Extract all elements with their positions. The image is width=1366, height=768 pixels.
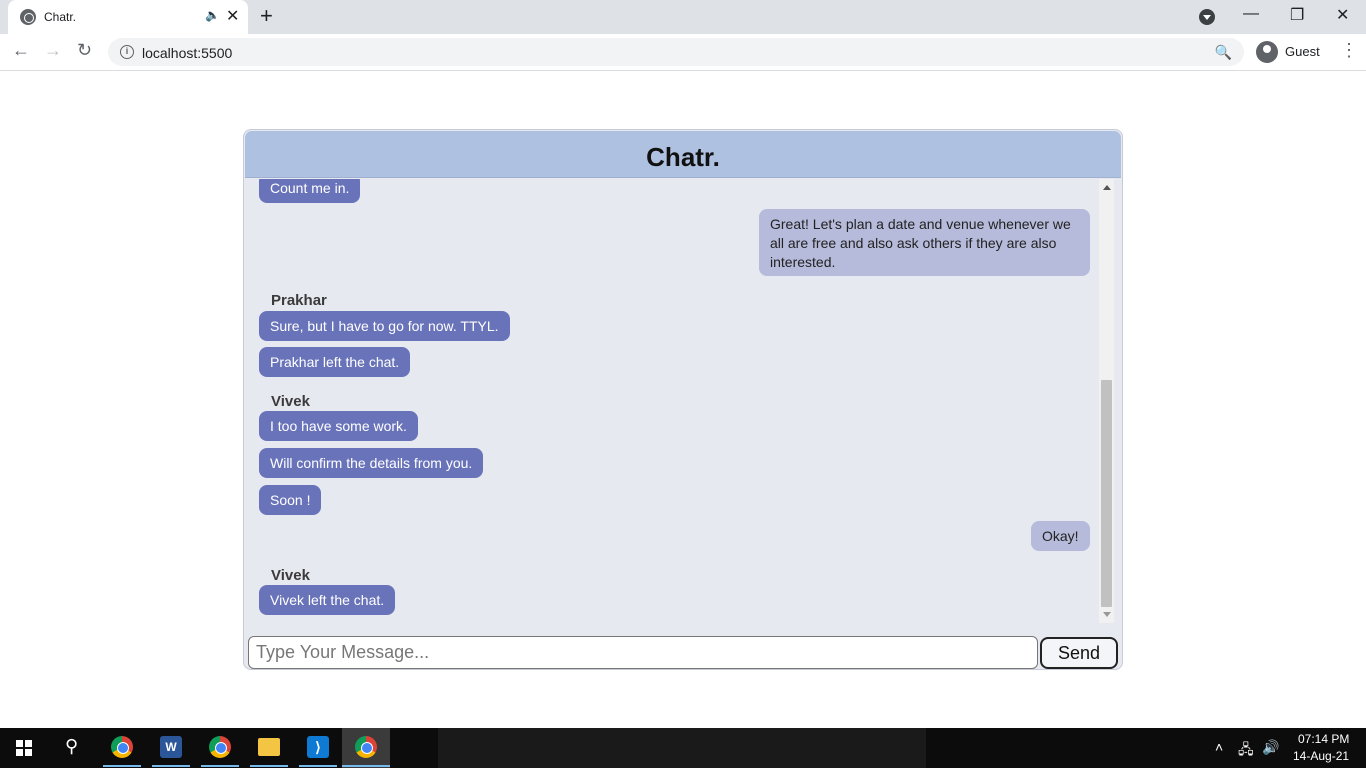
message-bubble-incoming: Vivek left the chat. [259,585,396,615]
running-indicator [299,765,337,767]
browser-toolbar: ← → ↻ i localhost:5500 🔍 Guest ⋮ [0,34,1366,71]
file-explorer-icon[interactable] [258,738,280,756]
message-list[interactable]: Count me in. Great! Let's plan a date an… [244,179,1099,623]
chrome-icon[interactable] [111,736,133,758]
running-indicator [103,765,141,767]
vscode-icon[interactable]: ⟩ [307,736,329,758]
volume-icon[interactable]: 🔊 [1262,739,1279,756]
message-scrollbar[interactable] [1099,179,1114,623]
windows-start-icon[interactable] [16,740,32,756]
clock-date[interactable]: 14-Aug-21 [1293,749,1349,763]
chat-header: Chatr. [245,131,1121,178]
restore-button[interactable]: ❐ [1290,5,1304,25]
url-text[interactable]: localhost:5500 [142,45,232,61]
sender-name: Prakhar [271,292,327,309]
forward-button[interactable]: → [44,40,62,61]
scroll-up-arrow-icon[interactable] [1103,185,1111,190]
menu-icon[interactable]: ⋮ [1340,40,1358,61]
browser-tab[interactable]: Chatr. 🔈 ✕ [8,0,248,34]
chat-title: Chatr. [646,142,720,172]
reload-button[interactable]: ↻ [77,40,92,61]
zoom-icon[interactable]: 🔍 [1215,44,1232,61]
address-bar[interactable]: i localhost:5500 🔍 [108,38,1244,66]
browser-tab-bar: Chatr. 🔈 ✕ + — ❐ ✕ [0,0,1366,34]
active-indicator [342,765,390,767]
chat-window: Chatr. Count me in. Great! Let's plan a … [243,129,1123,670]
chrome-active-icon[interactable] [355,736,377,758]
send-button[interactable]: Send [1040,637,1118,669]
close-window-button[interactable]: ✕ [1336,5,1349,25]
speaker-icon[interactable]: 🔈 [205,8,220,22]
message-bubble-incoming: Soon ! [259,485,322,515]
message-bubble-incoming: Prakhar left the chat. [259,347,411,377]
new-tab-button[interactable]: + [260,3,273,29]
avatar-icon [1256,41,1278,63]
chrome-profile-icon[interactable] [209,736,231,758]
search-icon[interactable]: ⚲ [65,736,78,757]
info-icon[interactable]: i [120,45,134,59]
running-indicator [201,765,239,767]
taskbar: ⚲ W ⟩ ˄ 🖧 🔊 07:14 PM 14-Aug-21 [0,728,1366,768]
minimize-button[interactable]: — [1243,5,1259,23]
back-button[interactable]: ← [12,40,30,61]
running-indicator [152,765,190,767]
tab-title: Chatr. [44,10,77,24]
sender-name: Vivek [271,393,310,410]
tab-search-icon[interactable] [1199,9,1215,25]
network-icon[interactable]: 🖧 [1238,739,1254,763]
close-tab-icon[interactable]: ✕ [226,6,239,26]
message-bubble-incoming: Sure, but I have to go for now. TTYL. [259,311,510,341]
message-bubble-outgoing: Okay! [1031,521,1090,551]
scroll-thumb[interactable] [1101,380,1112,607]
message-bubble-incoming: I too have some work. [259,411,418,441]
message-bubble-outgoing: Great! Let's plan a date and venue whene… [759,209,1090,276]
taskbar-wallpaper-area [438,728,926,768]
scroll-down-arrow-icon[interactable] [1103,612,1111,617]
message-bubble-incoming: Count me in. [259,179,361,203]
clock-time[interactable]: 07:14 PM [1298,732,1349,746]
globe-icon [20,9,36,25]
word-icon[interactable]: W [160,736,182,758]
message-input[interactable] [248,636,1038,669]
profile-label: Guest [1285,44,1320,59]
running-indicator [250,765,288,767]
message-bubble-incoming: Will confirm the details from you. [259,448,484,478]
sender-name: Vivek [271,567,310,584]
chevron-up-icon[interactable]: ˄ [1215,739,1223,755]
profile-button[interactable]: Guest [1253,39,1325,65]
